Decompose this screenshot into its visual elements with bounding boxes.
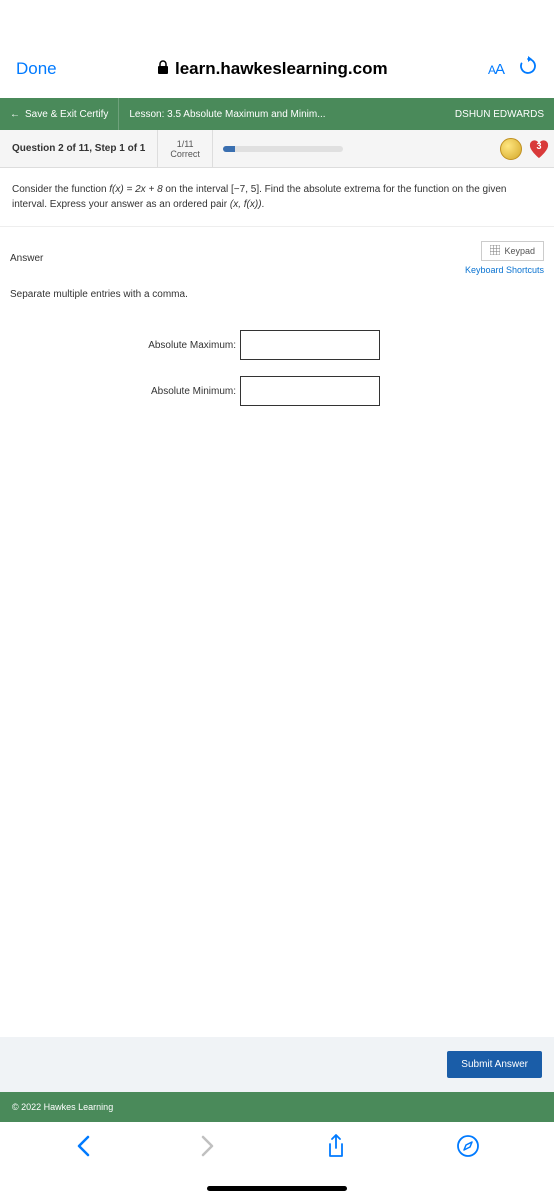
- back-button[interactable]: [76, 1135, 90, 1163]
- home-indicator[interactable]: [0, 1176, 554, 1200]
- browser-header: Done learn.hawkeslearning.com AA: [0, 44, 554, 98]
- keypad-icon: [490, 245, 500, 257]
- status-bar: 5:57 LTE: [0, 0, 554, 44]
- submit-bar: Submit Answer: [0, 1037, 554, 1092]
- question-label: Question 2 of 11, Step 1 of 1: [0, 143, 157, 154]
- status-right: LTE: [460, 14, 534, 31]
- url-bar[interactable]: learn.hawkeslearning.com: [71, 59, 474, 79]
- signal-icon: [460, 14, 478, 31]
- answer-header: Answer Keypad Keyboard Shortcuts: [0, 227, 554, 279]
- browser-toolbar: [0, 1122, 554, 1176]
- absolute-max-label: Absolute Maximum:: [0, 340, 240, 351]
- question-bar: Question 2 of 11, Step 1 of 1 1/11 Corre…: [0, 130, 554, 168]
- heart-icon[interactable]: 3: [528, 139, 550, 159]
- save-exit-button[interactable]: ← Save & Exit Certify: [0, 98, 119, 130]
- footer-copyright: © 2022 Hawkes Learning: [0, 1092, 554, 1122]
- share-button[interactable]: [326, 1134, 346, 1164]
- lesson-title: Lesson: 3.5 Absolute Maximum and Minim..…: [119, 109, 445, 120]
- input-rows: Absolute Maximum: Absolute Minimum:: [0, 320, 554, 436]
- network-label: LTE: [483, 15, 505, 29]
- correct-count: 1/11: [177, 139, 194, 149]
- keypad-label: Keypad: [504, 246, 535, 256]
- url-text: learn.hawkeslearning.com: [175, 59, 388, 79]
- done-button[interactable]: Done: [16, 59, 57, 79]
- absolute-min-input[interactable]: [240, 376, 380, 406]
- answer-label: Answer: [10, 253, 43, 264]
- absolute-max-row: Absolute Maximum:: [0, 330, 554, 360]
- correct-counter: 1/11 Correct: [157, 130, 213, 167]
- progress-area: [213, 146, 500, 152]
- question-text: Consider the function f(x) = 2x + 8 on t…: [0, 168, 554, 227]
- coin-icon[interactable]: [500, 138, 522, 160]
- separate-note: Separate multiple entries with a comma.: [0, 279, 554, 320]
- user-name[interactable]: DSHUN EDWARDS: [445, 109, 554, 120]
- correct-label: Correct: [170, 149, 200, 159]
- reload-button[interactable]: [518, 56, 538, 82]
- save-exit-label: Save & Exit Certify: [25, 109, 108, 120]
- lesson-top-bar: ← Save & Exit Certify Lesson: 3.5 Absolu…: [0, 98, 554, 130]
- back-arrow-icon: ←: [10, 109, 20, 120]
- status-time: 5:57: [20, 14, 50, 31]
- text-size-button[interactable]: AA: [488, 61, 504, 78]
- progress-bar: [223, 146, 343, 152]
- safari-button[interactable]: [457, 1135, 479, 1163]
- lock-icon: [157, 59, 169, 79]
- forward-button[interactable]: [201, 1135, 215, 1163]
- keyboard-shortcuts-link[interactable]: Keyboard Shortcuts: [465, 265, 544, 275]
- absolute-min-row: Absolute Minimum:: [0, 376, 554, 406]
- absolute-max-input[interactable]: [240, 330, 380, 360]
- keypad-button[interactable]: Keypad: [481, 241, 544, 261]
- battery-icon: [510, 14, 534, 31]
- submit-button[interactable]: Submit Answer: [447, 1051, 542, 1078]
- absolute-min-label: Absolute Minimum:: [0, 386, 240, 397]
- heart-count: 3: [528, 141, 550, 151]
